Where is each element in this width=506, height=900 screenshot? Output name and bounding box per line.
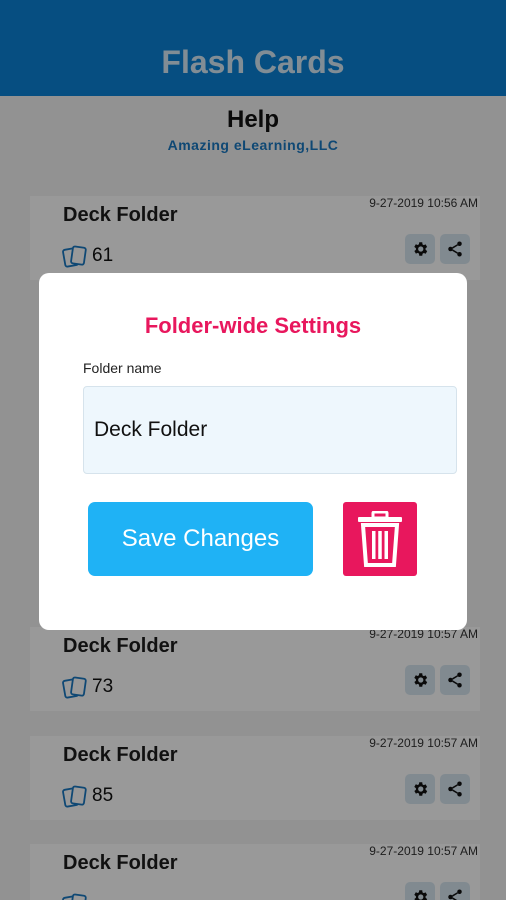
- dialog-title: Folder-wide Settings: [144, 313, 362, 338]
- trash-icon: [358, 511, 402, 567]
- folder-settings-dialog: Folder-wide Settings Folder name Save Ch…: [39, 273, 467, 630]
- folder-name-label: Folder name: [83, 360, 162, 376]
- folder-name-input[interactable]: [83, 386, 457, 474]
- save-changes-button[interactable]: Save Changes: [88, 502, 313, 576]
- delete-folder-button[interactable]: [343, 502, 417, 576]
